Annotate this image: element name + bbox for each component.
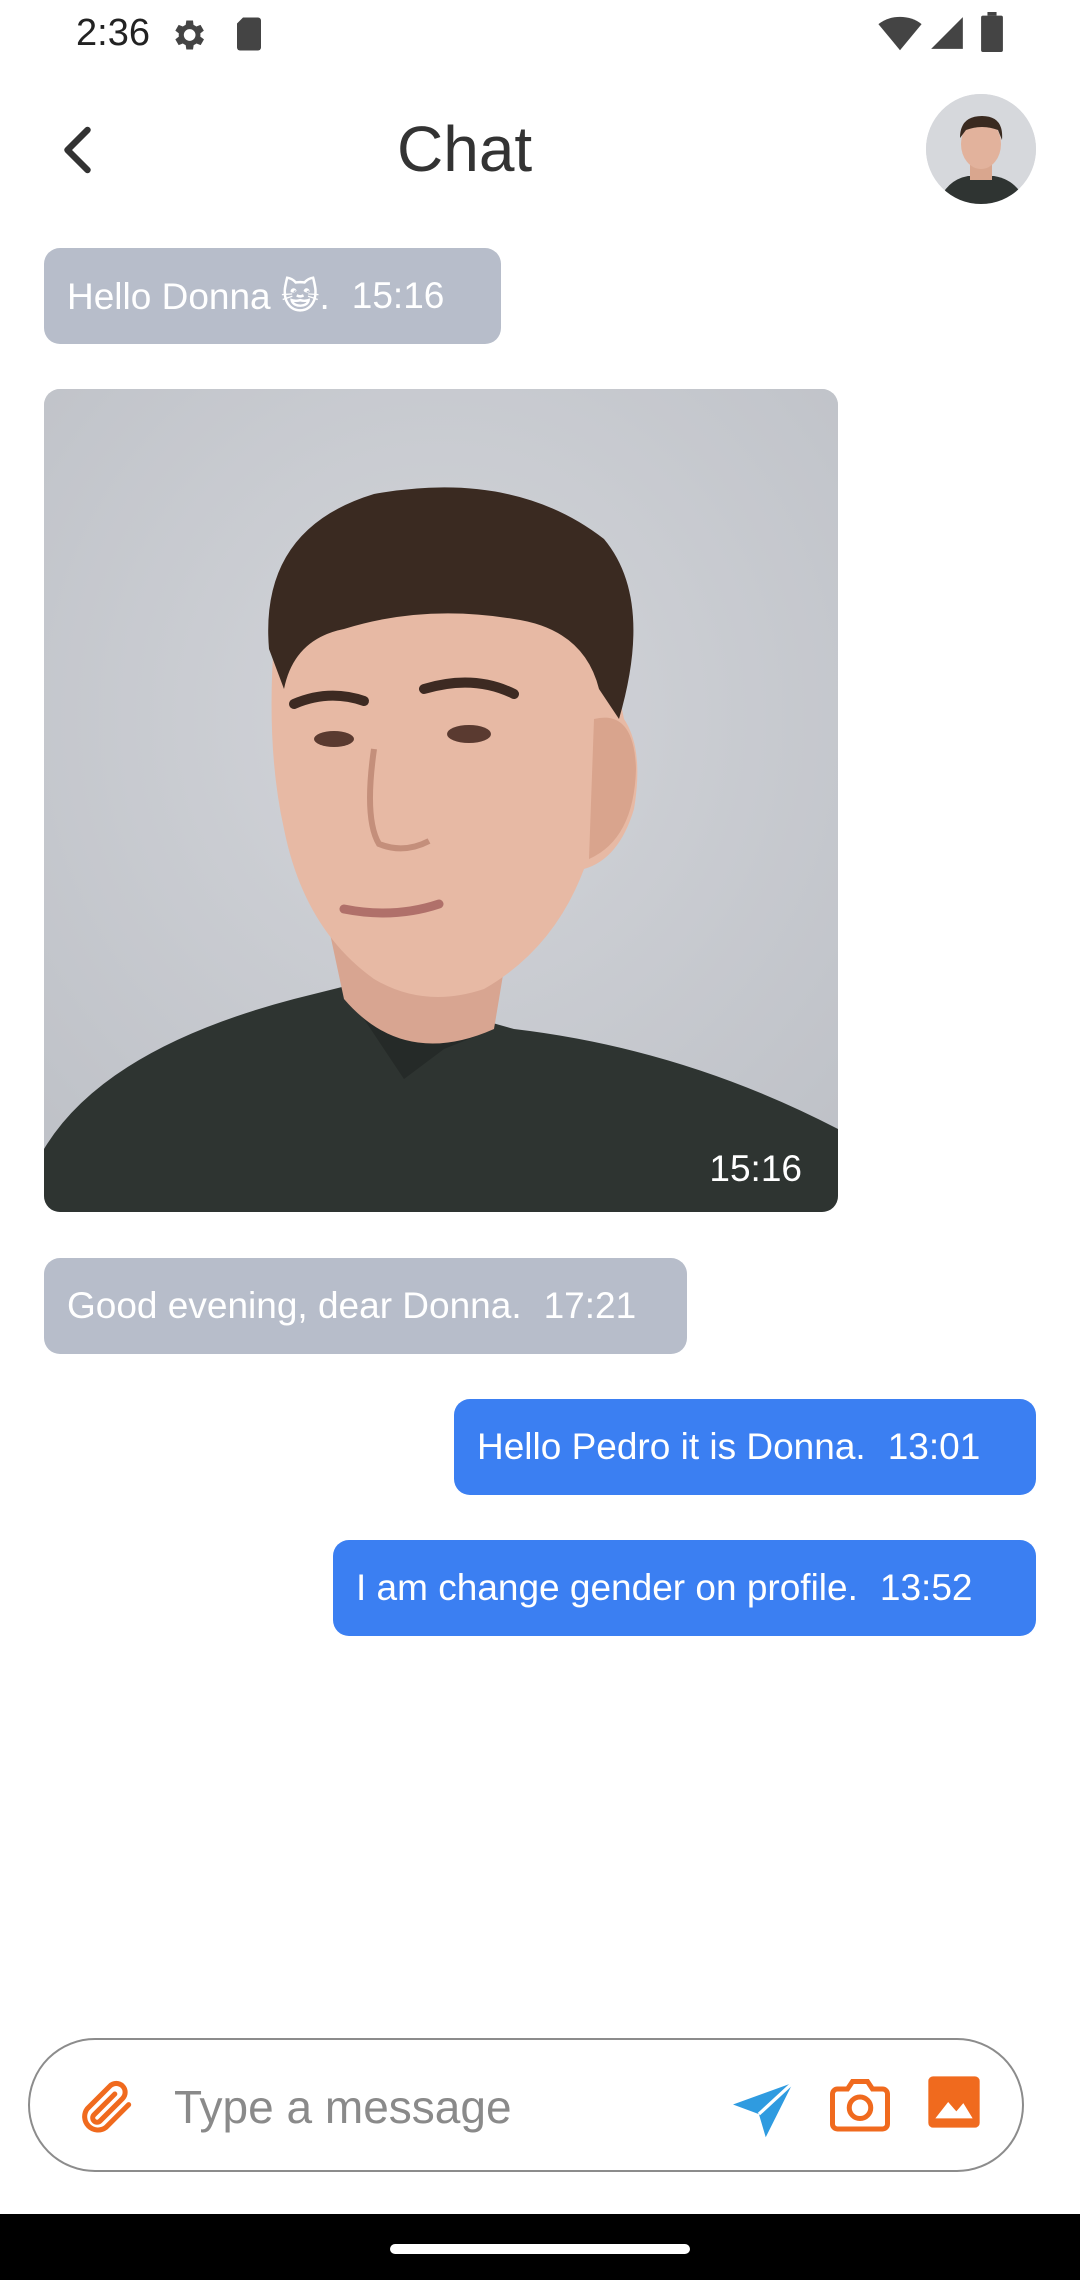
gallery-icon[interactable] (926, 2074, 982, 2130)
message-time: 13:01 (887, 1426, 981, 1467)
message-composer (28, 2038, 1024, 2172)
message-time: 13:52 (879, 1567, 973, 1608)
portrait-photo (44, 389, 838, 1212)
wifi-icon (878, 16, 922, 51)
gear-icon (175, 20, 204, 50)
message-time: 17:21 (543, 1285, 637, 1326)
message-time: 15:16 (351, 275, 445, 316)
back-arrow-icon[interactable] (50, 120, 110, 180)
navigation-bar (0, 2214, 1080, 2280)
signal-icon (931, 17, 963, 49)
status-time: 2:36 (76, 12, 150, 54)
camera-icon[interactable] (830, 2076, 890, 2132)
avatar-portrait (926, 94, 1036, 204)
status-bar: 2:36 (0, 0, 1080, 70)
message-image[interactable]: 15:16 (44, 389, 838, 1212)
message-bubble-outgoing[interactable]: I am change gender on profile. 13:52 (333, 1540, 1036, 1636)
message-text: I am change gender on profile. (356, 1567, 858, 1608)
paperclip-icon[interactable] (74, 2074, 138, 2138)
send-icon[interactable] (730, 2080, 796, 2140)
message-text: Hello Pedro it is Donna. (477, 1426, 866, 1467)
message-bubble-outgoing[interactable]: Hello Pedro it is Donna. 13:01 (454, 1399, 1036, 1495)
message-text: Good evening, dear Donna. (67, 1285, 522, 1326)
message-input[interactable] (172, 2066, 696, 2148)
message-text: Hello Donna 😺. (67, 275, 330, 317)
avatar[interactable] (926, 94, 1036, 204)
message-time: 15:16 (709, 1148, 802, 1189)
sd-card-icon (237, 17, 261, 51)
page-title: Chat (397, 113, 533, 185)
app-header: Chat (0, 80, 1080, 220)
battery-icon (981, 12, 1003, 52)
message-bubble-incoming[interactable]: Hello Donna 😺. 15:16 (44, 248, 501, 344)
message-bubble-incoming[interactable]: Good evening, dear Donna. 17:21 (44, 1258, 687, 1354)
home-indicator[interactable] (390, 2244, 690, 2254)
